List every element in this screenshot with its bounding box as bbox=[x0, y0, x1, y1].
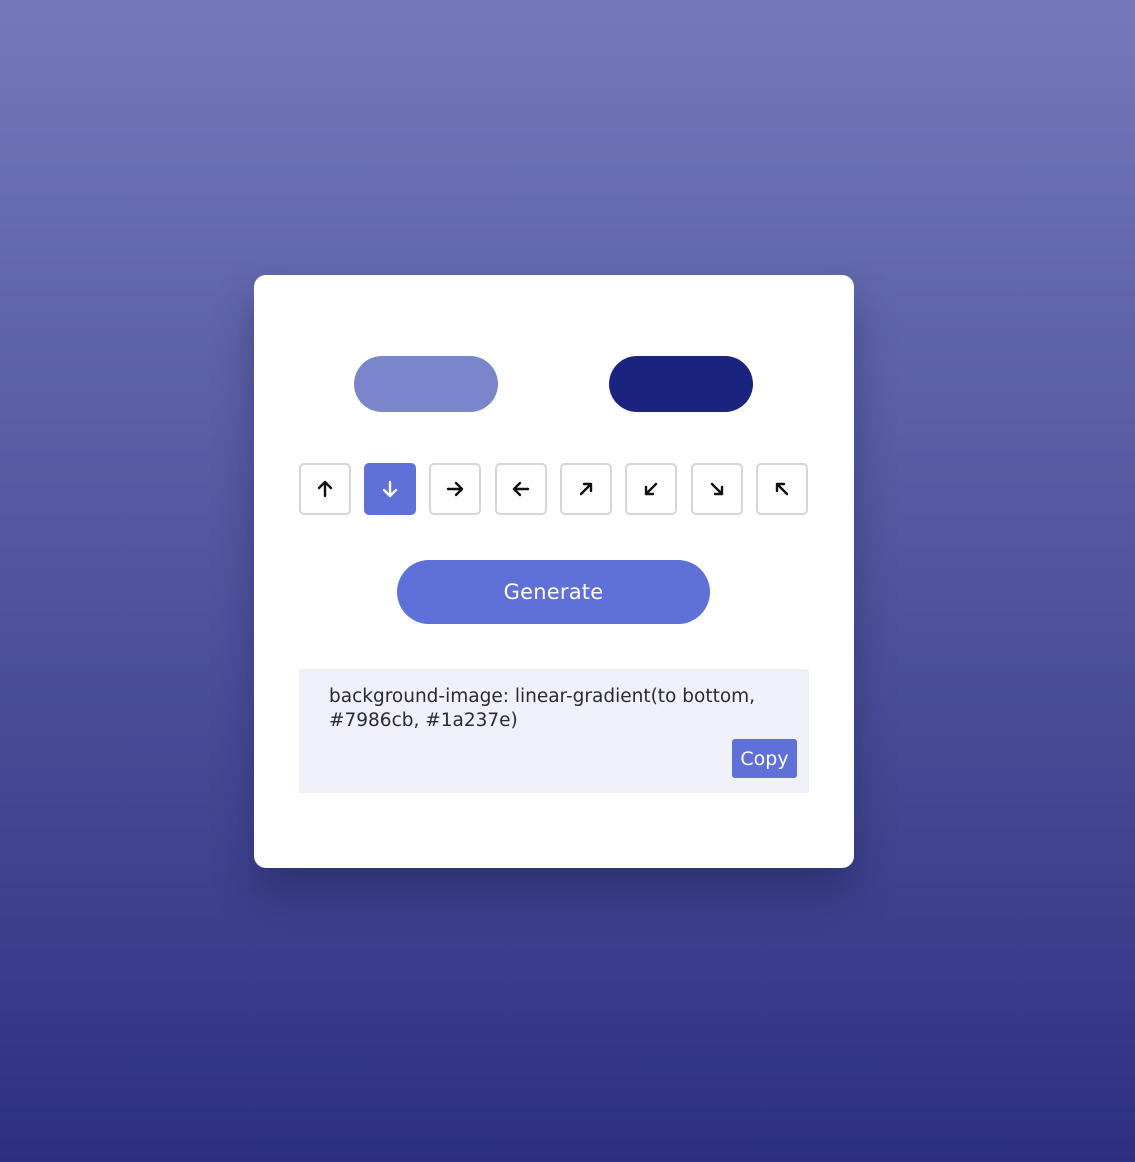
direction-left-button[interactable] bbox=[495, 463, 547, 515]
first-color-picker[interactable] bbox=[354, 356, 498, 412]
arrow-left-icon bbox=[512, 481, 530, 497]
arrow-up-left-icon bbox=[775, 482, 789, 496]
gradient-generator-card: Generate background-image: linear-gradie… bbox=[254, 275, 854, 868]
copy-button[interactable]: Copy bbox=[732, 739, 797, 778]
arrow-down-left-icon bbox=[644, 482, 658, 496]
arrow-down-icon bbox=[382, 480, 398, 498]
direction-down-left-button[interactable] bbox=[625, 463, 677, 515]
direction-down-right-button[interactable] bbox=[691, 463, 743, 515]
arrow-down-right-icon bbox=[710, 482, 724, 496]
arrow-up-right-icon bbox=[579, 482, 593, 496]
arrow-up-icon bbox=[317, 480, 333, 498]
direction-down-button[interactable] bbox=[364, 463, 416, 515]
direction-up-left-button[interactable] bbox=[756, 463, 808, 515]
direction-up-button[interactable] bbox=[299, 463, 351, 515]
second-color-picker[interactable] bbox=[609, 356, 753, 412]
direction-up-right-button[interactable] bbox=[560, 463, 612, 515]
direction-right-button[interactable] bbox=[429, 463, 481, 515]
generate-button[interactable]: Generate bbox=[397, 560, 710, 624]
css-output-box: background-image: linear-gradient(to bot… bbox=[299, 669, 809, 793]
css-code-text: background-image: linear-gradient(to bot… bbox=[329, 686, 756, 731]
arrow-right-icon bbox=[446, 481, 464, 497]
direction-buttons bbox=[299, 463, 809, 515]
